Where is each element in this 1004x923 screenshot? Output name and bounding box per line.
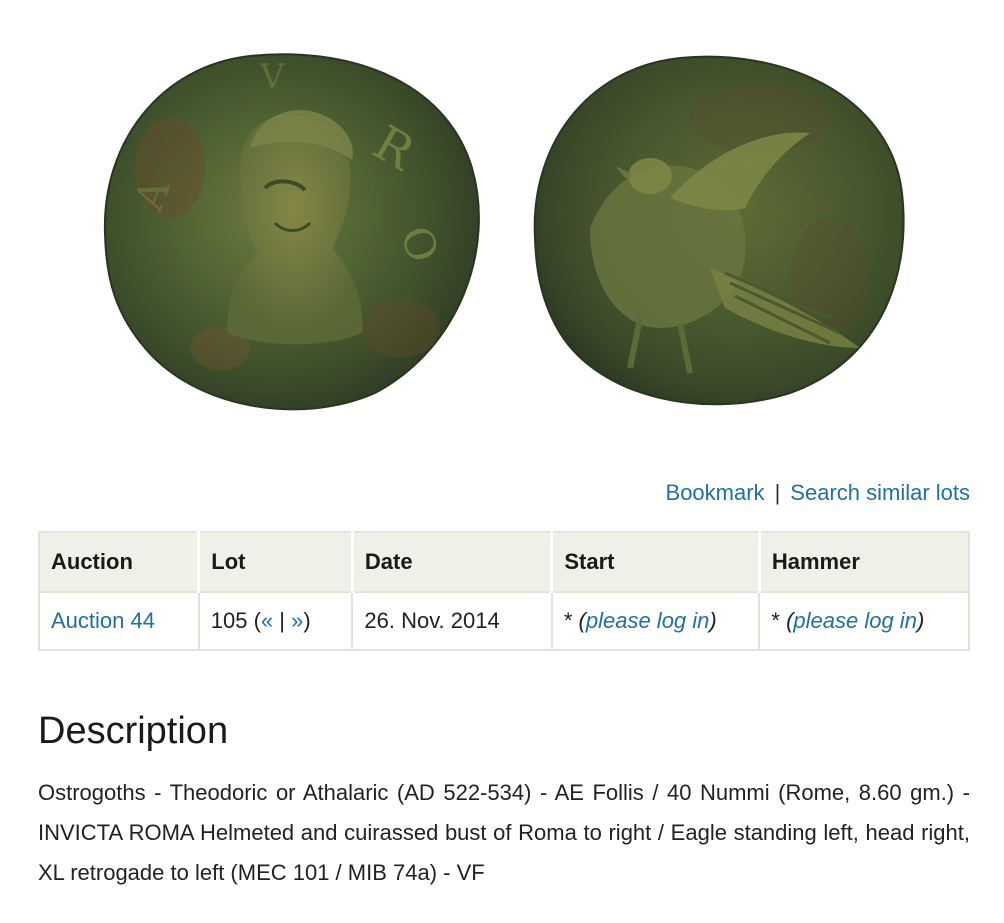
lot-actions: Bookmark | Search similar lots [666,478,970,508]
header-hammer: Hammer [758,531,970,593]
actions-separator: | [774,480,781,505]
header-date: Date [351,531,554,593]
svg-text:V: V [259,57,286,97]
description-heading: Description [38,710,229,752]
table-row: Auction 44 105 (« | ») 26. Nov. 2014 * (… [38,591,970,651]
lot-nav-separator: | [273,608,292,633]
start-asterisk: * [563,608,579,633]
coin-obverse: R O A V [103,53,480,411]
coin-image: R O A V [100,48,910,420]
hammer-paren-close: ) [916,608,925,633]
search-similar-lots-link[interactable]: Search similar lots [790,480,970,505]
cell-auction: Auction 44 [38,591,200,651]
table-header-row: Auction Lot Date Start Hammer [38,531,970,593]
bookmark-link[interactable]: Bookmark [666,480,765,505]
previous-lot-link[interactable]: « [261,608,273,633]
hammer-login-link[interactable]: please log in [793,608,917,633]
cell-start: * (please log in) [550,591,761,651]
lot-number: 105 ( [210,608,261,633]
next-lot-link[interactable]: » [291,608,303,633]
auction-link[interactable]: Auction 44 [51,608,155,633]
header-start: Start [550,531,761,593]
header-auction: Auction [38,531,201,593]
hammer-asterisk: * [771,608,787,633]
lot-info-table: Auction Lot Date Start Hammer Auction 44… [38,531,970,651]
start-paren-close: ) [709,608,717,633]
coin-reverse [533,55,905,406]
start-paren-open: ( [578,608,586,633]
cell-hammer: * (please log in) [758,591,970,651]
lot-detail-page: R O A V Bookmark | Search similar lots A… [0,0,1004,923]
description-text: Ostrogoths - Theodoric or Athalaric (AD … [38,780,970,885]
start-login-link[interactable]: please log in [586,608,710,633]
cell-lot: 105 (« | ») [197,591,354,651]
header-lot: Lot [197,531,354,593]
cell-date: 26. Nov. 2014 [351,591,553,651]
lot-close-paren: ) [303,608,311,633]
